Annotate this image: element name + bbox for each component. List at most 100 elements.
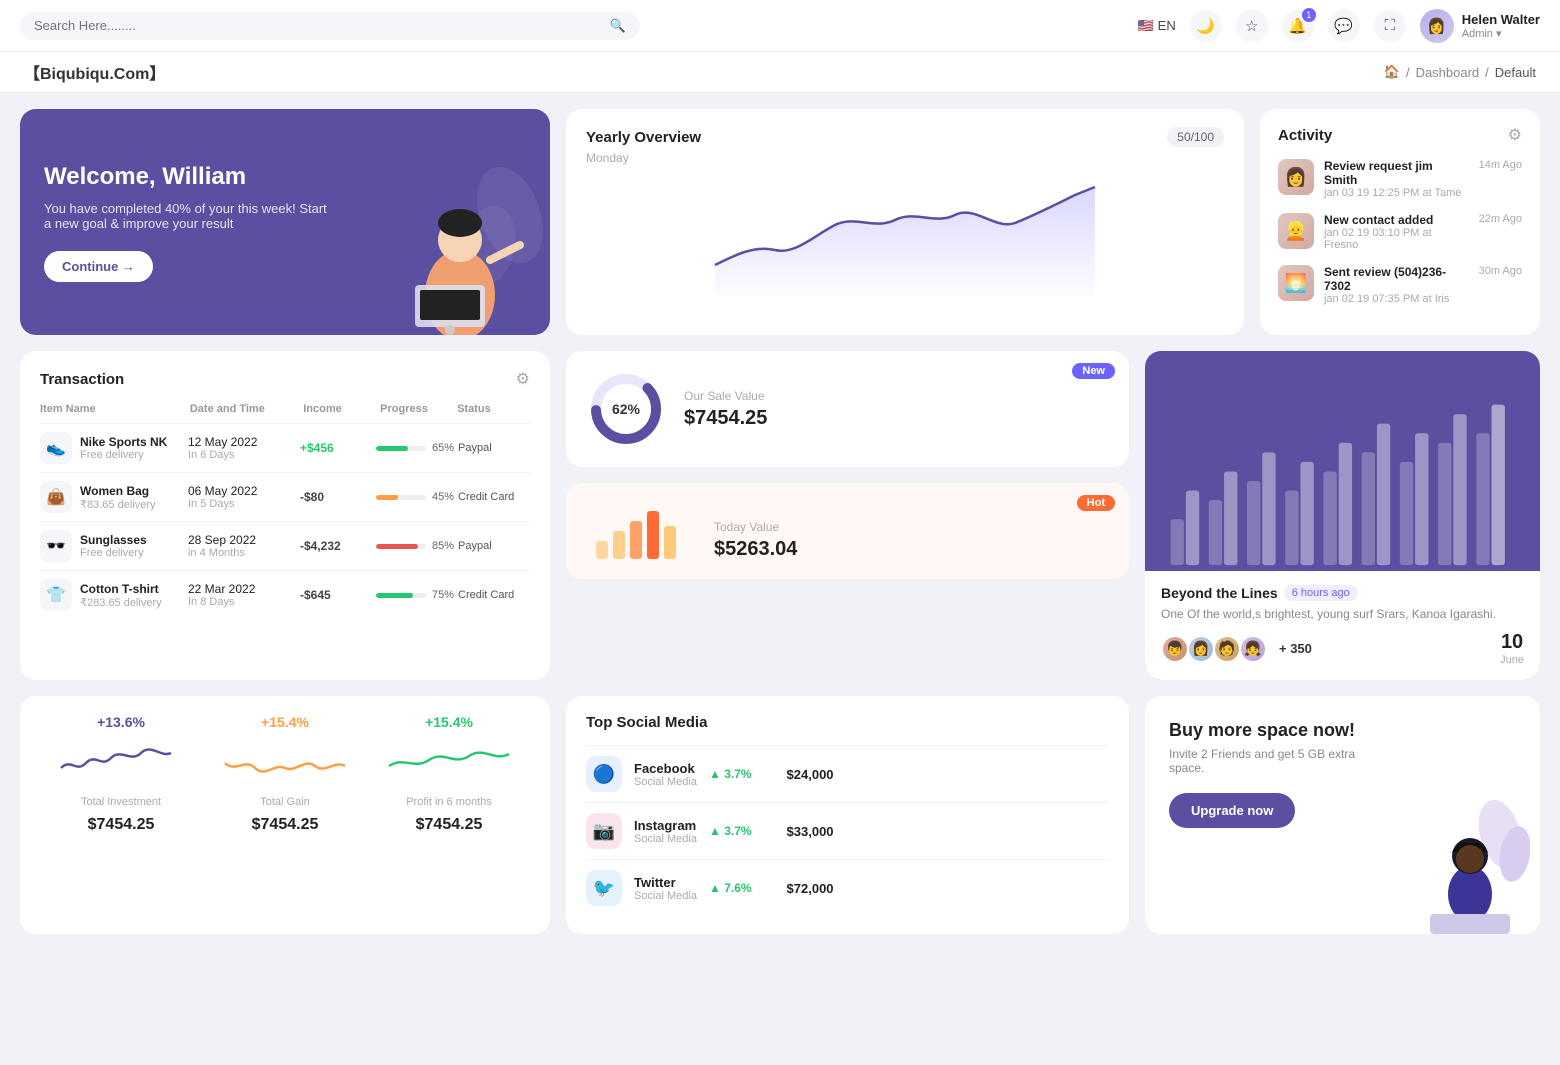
notification-badge: 1 [1302, 8, 1316, 22]
status-badge: Paypal [458, 540, 530, 552]
activity-item-title: New contact added [1324, 213, 1469, 227]
activity-item-sub: jan 02 19 03:10 PM at Fresno [1324, 227, 1469, 251]
mini-stat-value: $7454.25 [88, 816, 155, 834]
progress-cell: 85% [376, 540, 454, 552]
mini-stat: +13.6% Total Investment $7454.25 [44, 714, 198, 916]
social-pct: ▲ 3.7% [709, 767, 752, 781]
item-icon: 👜 [40, 481, 72, 513]
date-sub: In 5 Days [188, 498, 296, 510]
col-status: Status [457, 403, 530, 415]
income-value: +$456 [300, 441, 372, 455]
brand-name: 【Biqubiqu.Com】 [24, 60, 165, 84]
today-value: $5263.04 [714, 538, 797, 561]
search-input[interactable] [34, 18, 602, 33]
beyond-title: Beyond the Lines [1161, 585, 1278, 601]
transaction-card: Transaction ⚙ Item Name Date and Time In… [20, 351, 550, 680]
search-icon: 🔍 [610, 18, 626, 34]
social-value: $72,000 [764, 881, 834, 896]
upgrade-illustration [1370, 784, 1530, 934]
today-value-card: Hot Today Value $5263.04 [566, 483, 1129, 579]
fullscreen-icon[interactable]: ⛶ [1374, 10, 1406, 42]
table-row: 🕶️ Sunglasses Free delivery 28 Sep 2022 … [40, 521, 530, 570]
breadcrumb-bar: 【Biqubiqu.Com】 🏠 / Dashboard / Default [0, 52, 1560, 93]
sales-column: New 62% Our Sale Value $7454.25 Hot [566, 351, 1129, 680]
activity-item-sub: jan 02 19 07:35 PM at Iris [1324, 293, 1469, 305]
home-icon[interactable]: 🏠 [1384, 64, 1400, 80]
item-info: 👜 Women Bag ₹83.65 delivery [40, 481, 184, 513]
social-icon: 📷 [586, 813, 622, 849]
upgrade-title: Buy more space now! [1169, 720, 1516, 741]
today-label: Today Value [714, 520, 797, 534]
upgrade-desc: Invite 2 Friends and get 5 GB extra spac… [1169, 747, 1360, 775]
date-sub: In 6 Days [188, 449, 296, 461]
avatar: 👩 [1420, 9, 1454, 43]
mini-stat-label: Total Gain [260, 796, 310, 808]
beyond-card: Beyond the Lines 6 hours ago One Of the … [1145, 351, 1540, 680]
mini-stat-value: $7454.25 [252, 816, 319, 834]
upgrade-button[interactable]: Upgrade now [1169, 793, 1295, 828]
transaction-settings-icon[interactable]: ⚙ [516, 369, 530, 389]
social-value: $33,000 [764, 824, 834, 839]
date-sub: In 8 Days [188, 596, 296, 608]
social-icon: 🐦 [586, 870, 622, 906]
activity-item-time: 30m Ago [1479, 265, 1522, 277]
bookmark-icon[interactable]: ☆ [1236, 10, 1268, 42]
dark-mode-toggle[interactable]: 🌙 [1190, 10, 1222, 42]
top-navigation: 🔍 🇺🇸 EN 🌙 ☆ 🔔 1 💬 ⛶ 👩 Helen Walter Admin… [0, 0, 1560, 52]
social-type: Social Media [634, 833, 697, 845]
table-row: 👜 Women Bag ₹83.65 delivery 06 May 2022 … [40, 472, 530, 521]
social-pct: ▲ 7.6% [709, 881, 752, 895]
mini-sparkline [208, 738, 362, 788]
search-bar[interactable]: 🔍 [20, 12, 640, 40]
welcome-subtitle: You have completed 40% of your this week… [44, 201, 333, 231]
beyond-month: June [1500, 654, 1524, 666]
social-row: 🐦 Twitter Social Media ▲ 7.6% $72,000 [586, 859, 1109, 916]
avatar-2: 👩 [1187, 635, 1215, 663]
language-selector[interactable]: 🇺🇸 EN [1137, 18, 1175, 34]
date-main: 06 May 2022 [188, 484, 296, 498]
main-content: Welcome, William You have completed 40% … [0, 93, 1560, 950]
activity-item-time: 14m Ago [1479, 159, 1522, 171]
item-sub: Free delivery [80, 547, 147, 559]
progress-label: 75% [432, 589, 454, 601]
transaction-rows: 👟 Nike Sports NK Free delivery 12 May 20… [40, 423, 530, 619]
beyond-info: Beyond the Lines 6 hours ago One Of the … [1145, 571, 1540, 680]
progress-fill [376, 495, 399, 500]
breadcrumb: 🏠 / Dashboard / Default [1384, 64, 1536, 80]
user-role: Admin ▾ [1462, 27, 1540, 40]
activity-title: Activity [1278, 127, 1332, 144]
mini-stat-label: Total Investment [81, 796, 161, 808]
beyond-date-info: 10 June [1500, 631, 1524, 666]
progress-fill [376, 544, 419, 549]
sale-info: Our Sale Value $7454.25 [684, 389, 767, 430]
yearly-header: Yearly Overview 50/100 [586, 127, 1224, 147]
activity-item: 🌅 Sent review (504)236-7302 jan 02 19 07… [1278, 265, 1522, 305]
notification-bell[interactable]: 🔔 1 [1282, 10, 1314, 42]
status-badge: Credit Card [458, 491, 530, 503]
avatar-1: 👦 [1161, 635, 1189, 663]
date-main: 12 May 2022 [188, 435, 296, 449]
nav-icons: 🇺🇸 EN 🌙 ☆ 🔔 1 💬 ⛶ 👩 Helen Walter Admin ▾ [1137, 9, 1540, 43]
today-bar-chart [586, 501, 696, 561]
col-date: Date and Time [190, 403, 299, 415]
breadcrumb-dashboard[interactable]: Dashboard [1416, 65, 1480, 80]
user-profile[interactable]: 👩 Helen Walter Admin ▾ [1420, 9, 1540, 43]
mini-stat: +15.4% Total Gain $7454.25 [208, 714, 362, 916]
activity-settings-icon[interactable]: ⚙ [1508, 125, 1522, 145]
bar-chart-area [1145, 351, 1540, 571]
transaction-title: Transaction [40, 371, 124, 388]
date-sub: in 4 Months [188, 547, 296, 559]
item-info: 👟 Nike Sports NK Free delivery [40, 432, 184, 464]
income-value: -$80 [300, 490, 372, 504]
yearly-overview-card: Yearly Overview 50/100 Monday [566, 109, 1244, 335]
item-sub: Free delivery [80, 449, 167, 461]
col-income: Income [303, 403, 376, 415]
chat-icon[interactable]: 💬 [1328, 10, 1360, 42]
beyond-date: 10 [1500, 631, 1524, 654]
avatar-4: 👧 [1239, 635, 1267, 663]
activity-thumb: 👩 [1278, 159, 1314, 195]
mini-stat: +15.4% Profit in 6 months $7454.25 [372, 714, 526, 916]
continue-button[interactable]: Continue → [44, 251, 153, 282]
mini-stat-pct: +15.4% [261, 714, 309, 730]
social-media-card: Top Social Media 🔵 Facebook Social Media… [566, 696, 1129, 934]
